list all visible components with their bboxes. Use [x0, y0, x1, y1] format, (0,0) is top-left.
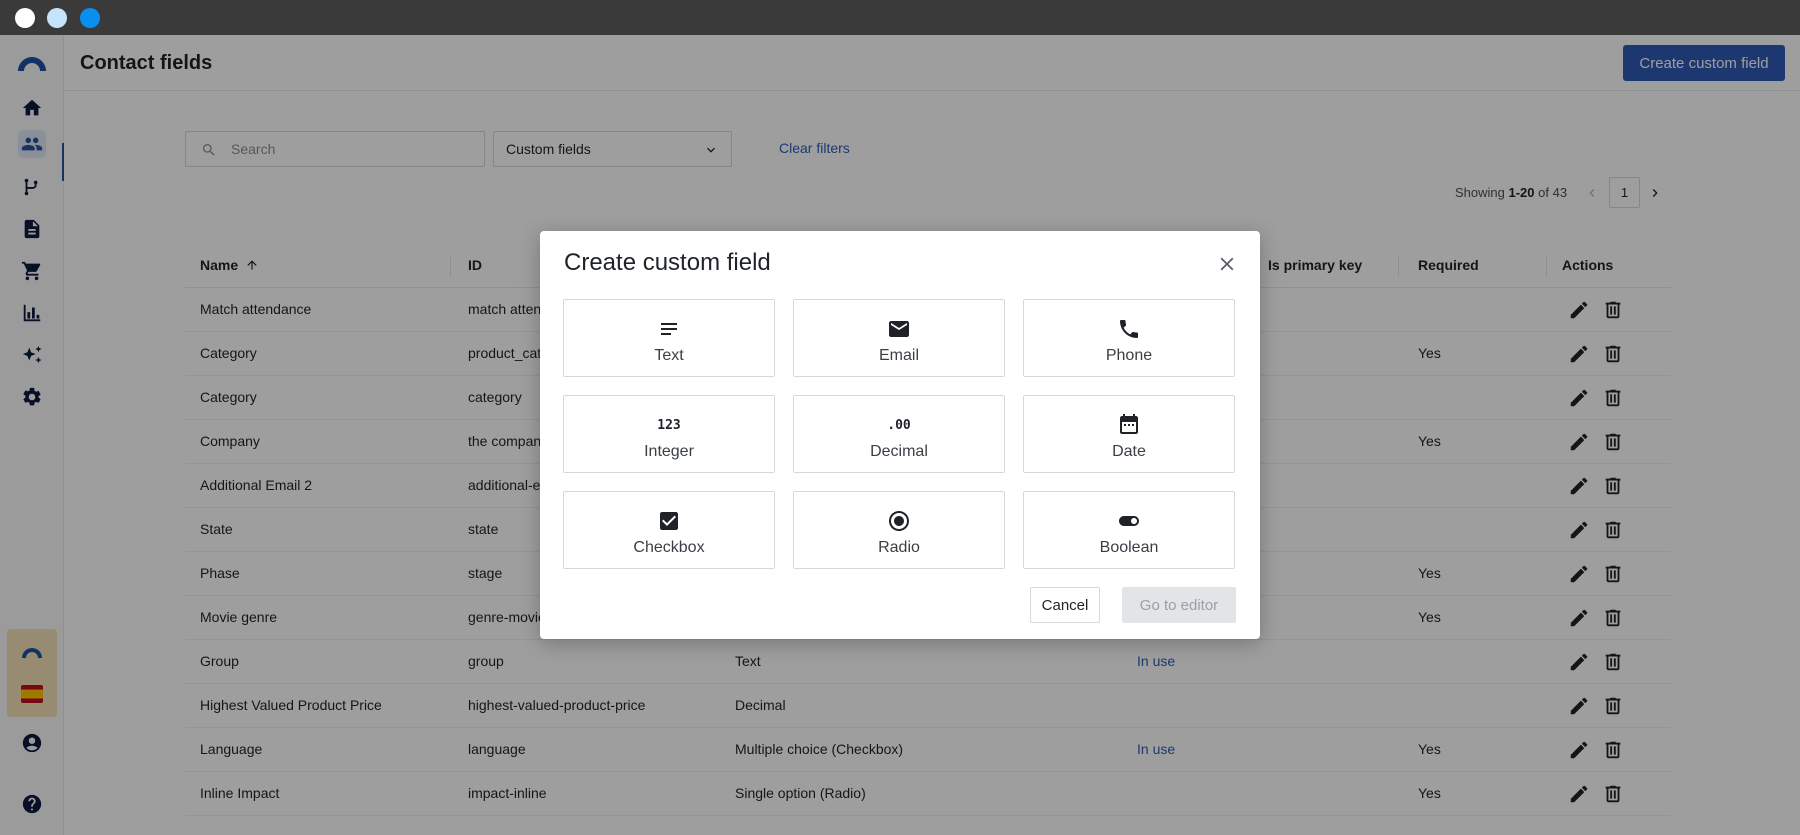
window-titlebar	[0, 0, 1800, 35]
decimal-icon: .00	[887, 413, 911, 437]
field-type-option-email[interactable]: Email	[793, 299, 1005, 377]
checkbox-icon	[657, 509, 681, 533]
create-custom-field-dialog: Create custom field Text Email Phone 123 Int…	[540, 231, 1260, 639]
field-type-option-date[interactable]: Date	[1023, 395, 1235, 473]
field-type-label: Radio	[878, 539, 920, 556]
close-window-button[interactable]	[15, 8, 35, 28]
field-type-label: Checkbox	[633, 539, 705, 556]
text-icon	[657, 317, 681, 341]
integer-glyph: 123	[657, 417, 681, 433]
field-type-label: Text	[654, 347, 684, 364]
radio-icon	[887, 509, 911, 533]
decimal-glyph: .00	[887, 417, 911, 433]
field-type-label: Boolean	[1099, 539, 1159, 556]
minimize-window-button[interactable]	[47, 8, 67, 28]
field-type-label: Integer	[644, 443, 694, 460]
field-type-label: Date	[1112, 443, 1146, 460]
toggle-icon	[1117, 509, 1141, 533]
cancel-button[interactable]: Cancel	[1030, 587, 1100, 623]
field-type-option-text[interactable]: Text	[563, 299, 775, 377]
field-type-option-checkbox[interactable]: Checkbox	[563, 491, 775, 569]
field-type-option-decimal[interactable]: .00 Decimal	[793, 395, 1005, 473]
close-icon[interactable]	[1216, 253, 1238, 275]
calendar-icon	[1117, 413, 1141, 437]
integer-icon: 123	[657, 413, 681, 437]
email-icon	[887, 317, 911, 341]
field-type-option-boolean[interactable]: Boolean	[1023, 491, 1235, 569]
field-type-option-phone[interactable]: Phone	[1023, 299, 1235, 377]
field-type-label: Decimal	[870, 443, 928, 460]
maximize-window-button[interactable]	[80, 8, 100, 28]
dialog-title: Create custom field	[564, 249, 771, 276]
field-type-option-radio[interactable]: Radio	[793, 491, 1005, 569]
field-type-label: Phone	[1105, 347, 1153, 364]
field-type-label: Email	[878, 347, 919, 364]
phone-icon	[1117, 317, 1141, 341]
field-type-option-integer[interactable]: 123 Integer	[563, 395, 775, 473]
go-to-editor-button[interactable]: Go to editor	[1122, 587, 1236, 623]
